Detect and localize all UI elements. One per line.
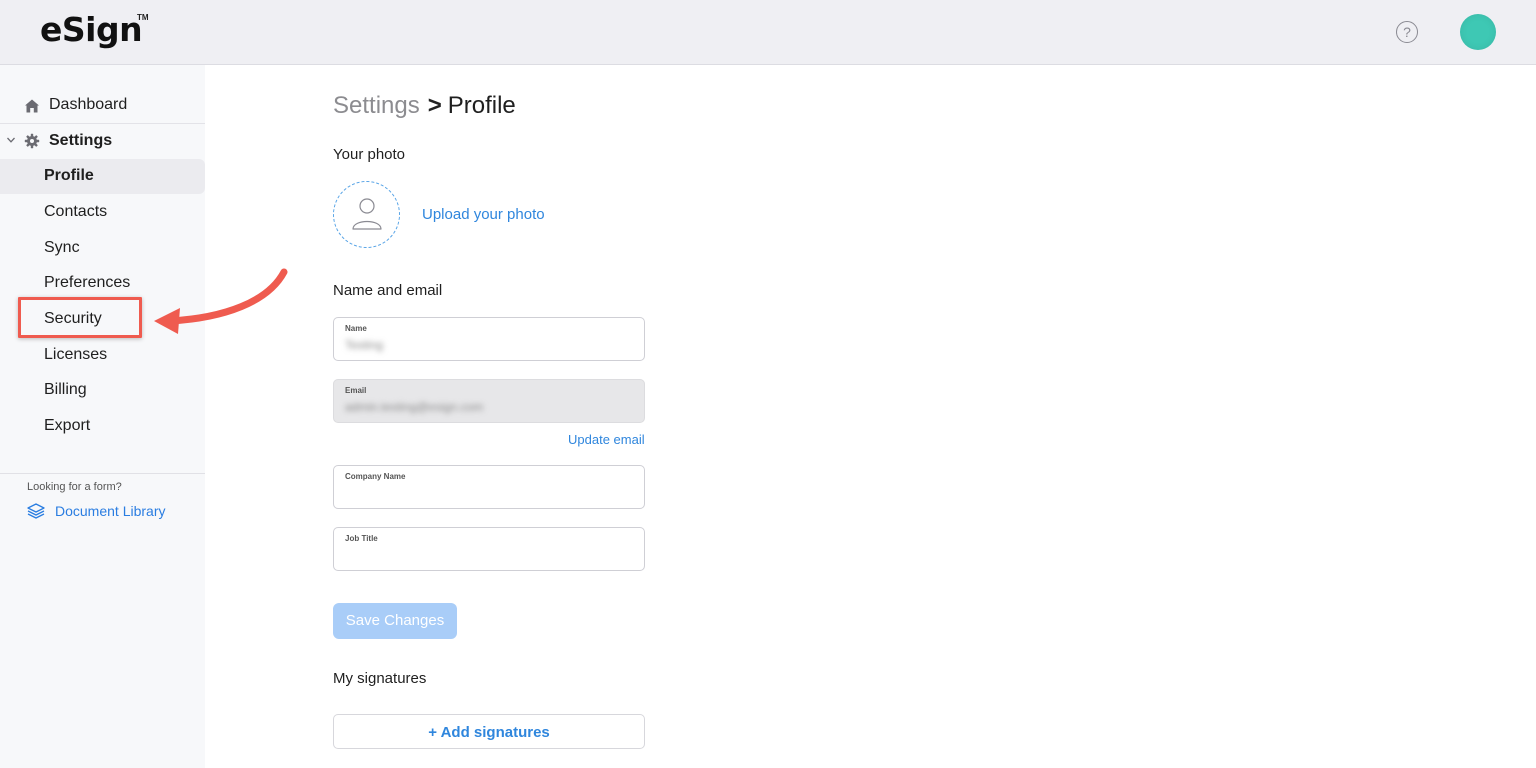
sidebar-item-label: Billing — [44, 381, 87, 398]
looking-for-form-text: Looking for a form? — [27, 481, 122, 493]
user-avatar[interactable] — [1460, 14, 1496, 50]
save-changes-button[interactable]: Save Changes — [333, 603, 457, 639]
sidebar-divider — [0, 473, 205, 474]
sidebar-item-label: Licenses — [44, 346, 108, 363]
help-icon[interactable]: ? — [1396, 21, 1418, 43]
document-library-label: Document Library — [55, 503, 166, 519]
sidebar-item-label: Dashboard — [49, 96, 128, 113]
sidebar-item-profile[interactable]: Profile — [0, 159, 205, 194]
esign-logo[interactable]: eSign — [40, 10, 143, 49]
email-field-value: admin.testing@esign.com — [345, 400, 484, 414]
add-signatures-button[interactable]: + Add signatures — [333, 714, 645, 749]
annotation-arrow-icon — [154, 268, 288, 334]
sidebar-item-export[interactable]: Export — [0, 409, 205, 444]
email-field: Email admin.testing@esign.com — [333, 379, 645, 423]
chevron-right-icon: > — [427, 92, 442, 119]
sidebar-item-label: Export — [44, 417, 91, 434]
name-email-heading: Name and email — [333, 282, 443, 299]
photo-placeholder[interactable] — [333, 181, 400, 248]
email-field-label: Email — [345, 386, 367, 395]
add-signatures-label: + Add signatures — [428, 724, 550, 741]
breadcrumb: Settings > Profile — [333, 92, 516, 120]
top-bar: eSign TM ? — [0, 0, 1536, 65]
job-title-field[interactable]: Job Title — [333, 527, 645, 571]
sidebar-item-settings[interactable]: Settings — [0, 124, 205, 158]
sidebar-item-label: Preferences — [44, 274, 131, 291]
chevron-down-icon[interactable] — [6, 135, 16, 145]
security-highlight-box — [18, 297, 142, 338]
update-email-link[interactable]: Update email — [568, 432, 645, 447]
page-title: Profile — [447, 92, 516, 119]
name-field-label: Name — [345, 324, 367, 333]
sidebar-item-sync[interactable]: Sync — [0, 231, 205, 266]
sidebar-item-label: Contacts — [44, 203, 108, 220]
company-name-field[interactable]: Company Name — [333, 465, 645, 509]
sidebar-item-label: Sync — [44, 239, 80, 256]
name-field[interactable]: Name Testing — [333, 317, 645, 361]
sidebar-item-licenses[interactable]: Licenses — [0, 338, 205, 373]
trademark-mark: TM — [137, 13, 149, 22]
your-photo-heading: Your photo — [333, 146, 406, 163]
name-field-value: Testing — [345, 338, 384, 352]
user-icon — [352, 198, 382, 230]
my-signatures-heading: My signatures — [333, 670, 427, 687]
sidebar-item-billing[interactable]: Billing — [0, 373, 205, 408]
gear-icon — [24, 133, 40, 149]
breadcrumb-settings[interactable]: Settings — [333, 92, 420, 119]
company-name-field-label: Company Name — [345, 472, 406, 481]
job-title-field-label: Job Title — [345, 534, 378, 543]
sidebar-item-dashboard[interactable]: Dashboard — [0, 88, 205, 124]
sidebar-item-label: Settings — [49, 132, 113, 149]
layers-icon — [27, 503, 45, 519]
home-icon — [25, 99, 39, 113]
sidebar-item-label: Profile — [44, 167, 94, 184]
sidebar-item-contacts[interactable]: Contacts — [0, 195, 205, 230]
upload-photo-link[interactable]: Upload your photo — [422, 206, 545, 223]
